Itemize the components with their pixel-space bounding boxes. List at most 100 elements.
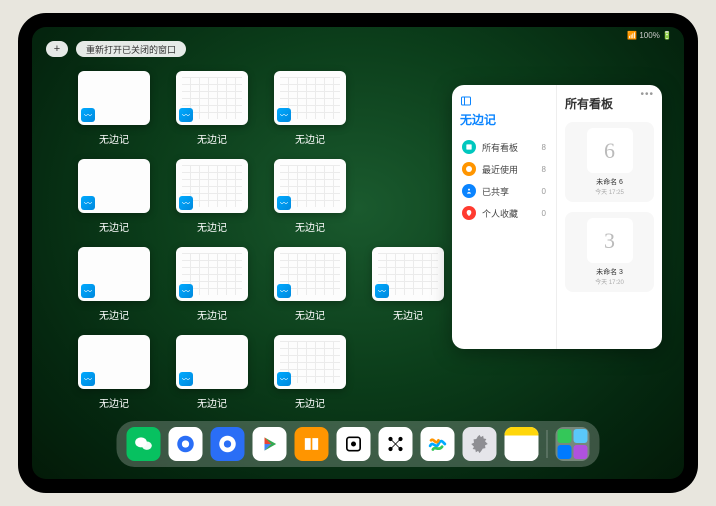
thumb-label: 无边记 (99, 219, 129, 234)
panel-header (460, 95, 548, 107)
thumb-preview: 〰 (176, 247, 248, 301)
thumb-label: 无边记 (295, 131, 325, 146)
window-thumb[interactable]: 〰 无边记 (270, 247, 350, 327)
dock-app-dice[interactable] (337, 427, 371, 461)
thumb-label: 无边记 (295, 219, 325, 234)
window-thumb[interactable]: 〰 无边记 (74, 247, 154, 327)
sidebar-icon (460, 95, 472, 107)
board-item[interactable]: 3 未命名 3 今天 17:20 (565, 212, 654, 292)
board-name: 未命名 3 (596, 267, 623, 277)
top-bar: + 重新打开已关闭的窗口 (46, 41, 186, 57)
nav-label: 已共享 (482, 185, 509, 198)
window-thumb[interactable]: 〰 无边记 (270, 335, 350, 415)
freeform-app-icon: 〰 (277, 108, 291, 122)
freeform-app-icon: 〰 (179, 372, 193, 386)
nav-icon (462, 206, 476, 220)
thumb-label: 无边记 (393, 307, 423, 322)
freeform-app-icon: 〰 (277, 372, 291, 386)
dock-app-quark[interactable] (211, 427, 245, 461)
window-thumb[interactable]: 〰 无边记 (172, 335, 252, 415)
thumb-label: 无边记 (99, 395, 129, 410)
thumb-preview: 〰 (176, 159, 248, 213)
nav-count: 0 (542, 209, 546, 218)
freeform-app-icon: 〰 (179, 196, 193, 210)
freeform-app-icon: 〰 (81, 372, 95, 386)
thumb-label: 无边记 (295, 395, 325, 410)
thumb-label: 无边记 (197, 131, 227, 146)
thumb-label: 无边记 (99, 307, 129, 322)
new-window-button[interactable]: + (46, 41, 68, 57)
dock-separator (547, 430, 548, 458)
thumb-preview: 〰 (274, 159, 346, 213)
dock-app-settings[interactable] (463, 427, 497, 461)
board-date: 今天 17:25 (595, 187, 624, 196)
board-date: 今天 17:20 (595, 277, 624, 286)
board-name: 未命名 6 (596, 177, 623, 187)
nav-item[interactable]: 所有看板 8 (460, 136, 548, 158)
reopen-closed-button[interactable]: 重新打开已关闭的窗口 (76, 41, 186, 57)
freeform-app-icon: 〰 (375, 284, 389, 298)
thumb-label: 无边记 (197, 219, 227, 234)
ipad-frame: 📶 100% 🔋 + 重新打开已关闭的窗口 〰 无边记 〰 无边记 〰 无边记 … (18, 13, 698, 493)
freeform-app-icon: 〰 (81, 284, 95, 298)
freeform-app-icon: 〰 (179, 108, 193, 122)
thumb-preview: 〰 (78, 247, 150, 301)
nav-count: 8 (542, 165, 546, 174)
thumb-preview: 〰 (274, 247, 346, 301)
window-thumb[interactable]: 〰 无边记 (368, 247, 448, 327)
nav-item[interactable]: 个人收藏 0 (460, 202, 548, 224)
thumb-preview: 〰 (372, 247, 444, 301)
window-thumb[interactable]: 〰 无边记 (74, 71, 154, 151)
freeform-app-icon: 〰 (81, 196, 95, 210)
thumb-label: 无边记 (99, 131, 129, 146)
dock-app-play[interactable] (253, 427, 287, 461)
screen: 📶 100% 🔋 + 重新打开已关闭的窗口 〰 无边记 〰 无边记 〰 无边记 … (32, 27, 684, 479)
dock (117, 421, 600, 467)
dock-app-wechat[interactable] (127, 427, 161, 461)
nav-item[interactable]: 最近使用 8 (460, 158, 548, 180)
window-thumb[interactable]: 〰 无边记 (270, 159, 350, 239)
dock-app-notes[interactable] (505, 427, 539, 461)
thumb-preview: 〰 (274, 335, 346, 389)
window-thumb[interactable]: 〰 无边记 (74, 335, 154, 415)
freeform-app-icon: 〰 (277, 196, 291, 210)
nav-count: 0 (542, 187, 546, 196)
window-grid: 〰 无边记 〰 无边记 〰 无边记 〰 无边记 〰 无边记 〰 无边记 〰 无边… (74, 71, 448, 415)
nav-label: 所有看板 (482, 141, 518, 154)
window-thumb[interactable]: 〰 无边记 (172, 247, 252, 327)
status-bar: 📶 100% 🔋 (627, 31, 672, 40)
panel-boards: ••• 所有看板 6 未命名 6 今天 17:253 未命名 3 今天 17:2… (557, 85, 662, 349)
thumb-preview: 〰 (78, 159, 150, 213)
panel-nav: 无边记 所有看板 8 最近使用 8 已共享 0 个人收藏 0 (452, 85, 557, 349)
nav-icon (462, 140, 476, 154)
thumb-label: 无边记 (197, 307, 227, 322)
window-thumb[interactable]: 〰 无边记 (172, 71, 252, 151)
dock-app-library[interactable] (556, 427, 590, 461)
nav-icon (462, 162, 476, 176)
freeform-app-icon: 〰 (179, 284, 193, 298)
dock-app-quark-hd[interactable] (169, 427, 203, 461)
board-sketch: 3 (587, 218, 633, 263)
thumb-preview: 〰 (78, 335, 150, 389)
dock-app-freeform[interactable] (421, 427, 455, 461)
panel-title: 无边记 (460, 111, 548, 128)
window-thumb[interactable]: 〰 无边记 (74, 159, 154, 239)
nav-label: 个人收藏 (482, 207, 518, 220)
thumb-preview: 〰 (176, 335, 248, 389)
dock-app-books[interactable] (295, 427, 329, 461)
dock-app-connect[interactable] (379, 427, 413, 461)
nav-list: 所有看板 8 最近使用 8 已共享 0 个人收藏 0 (460, 136, 548, 224)
nav-count: 8 (542, 143, 546, 152)
nav-icon (462, 184, 476, 198)
thumb-preview: 〰 (78, 71, 150, 125)
board-item[interactable]: 6 未命名 6 今天 17:25 (565, 122, 654, 202)
sidebar-panel: 无边记 所有看板 8 最近使用 8 已共享 0 个人收藏 0 ••• 所有看板 … (452, 85, 662, 349)
nav-item[interactable]: 已共享 0 (460, 180, 548, 202)
thumb-label: 无边记 (197, 395, 227, 410)
window-thumb[interactable]: 〰 无边记 (270, 71, 350, 151)
more-button[interactable]: ••• (640, 89, 654, 100)
window-thumb[interactable]: 〰 无边记 (172, 159, 252, 239)
thumb-label: 无边记 (295, 307, 325, 322)
freeform-app-icon: 〰 (81, 108, 95, 122)
thumb-preview: 〰 (176, 71, 248, 125)
